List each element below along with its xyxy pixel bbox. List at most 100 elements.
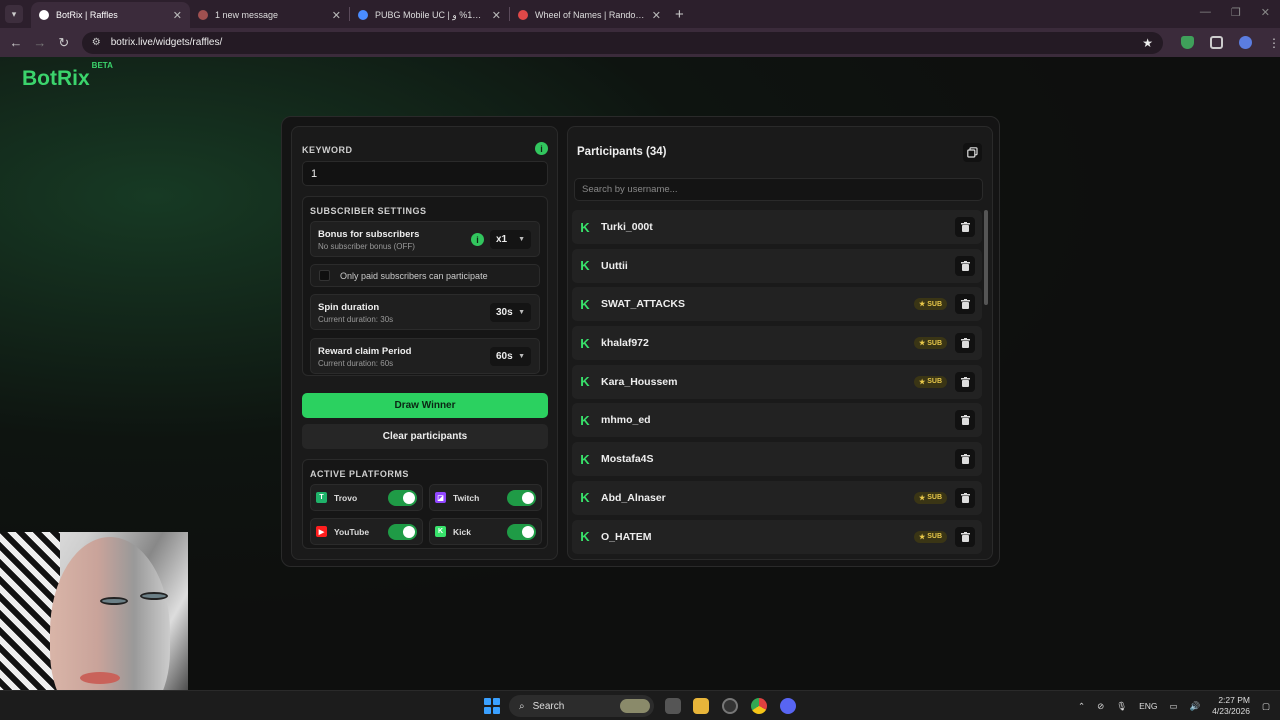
restore-icon[interactable]: ❐ xyxy=(1231,6,1241,19)
platform-toggle[interactable] xyxy=(388,489,417,506)
start-button[interactable] xyxy=(484,698,500,714)
participant-search-input[interactable]: Search by username... xyxy=(574,178,983,201)
obs-icon[interactable] xyxy=(722,698,738,714)
delete-participant-button[interactable] xyxy=(955,294,975,315)
monitor-icon[interactable]: ▭ xyxy=(1170,701,1178,712)
clock-date: 4/23/2026 xyxy=(1212,706,1250,716)
sub-badge-label: SUB xyxy=(927,300,942,308)
participant-row: K SWAT_ATTACKS ★ SUB xyxy=(572,287,982,322)
kick-icon: K xyxy=(580,374,590,390)
draw-winner-button[interactable]: Draw Winner xyxy=(302,393,548,418)
profile-avatar-icon[interactable] xyxy=(1239,36,1253,49)
browser-tab[interactable]: BotRix | Raffles ✕ xyxy=(31,2,190,28)
delete-participant-button[interactable] xyxy=(955,371,975,392)
star-icon: ★ xyxy=(918,301,926,309)
tab-close-icon[interactable]: ✕ xyxy=(492,9,501,22)
delete-participant-button[interactable] xyxy=(955,333,975,354)
tab-title: PUBG Mobile UC | خصم 10% و xyxy=(375,9,485,20)
notifications-icon[interactable]: ▢ xyxy=(1262,701,1270,712)
delete-participant-button[interactable] xyxy=(955,526,975,547)
bonus-value: x1 xyxy=(496,234,508,245)
scrollbar-thumb[interactable] xyxy=(984,210,988,305)
delete-participant-button[interactable] xyxy=(955,410,975,431)
tab-close-icon[interactable]: ✕ xyxy=(173,9,182,22)
botrix-logo[interactable]: BotRixBETA xyxy=(22,61,113,91)
claim-period-select[interactable]: 60s ▼ xyxy=(490,347,531,366)
platform-toggle[interactable] xyxy=(507,523,536,540)
sub-badge: ★ SUB xyxy=(913,298,947,311)
spin-duration-select[interactable]: 30s ▼ xyxy=(490,303,531,322)
delete-participant-button[interactable] xyxy=(955,487,975,508)
keyword-input[interactable]: 1 xyxy=(302,161,548,186)
url-text[interactable]: botrix.live/widgets/raffles/ xyxy=(111,37,1133,48)
network-off-icon[interactable]: ⊘ xyxy=(1097,701,1104,712)
platform-name: YouTube xyxy=(334,526,370,537)
bonus-select[interactable]: x1 ▼ xyxy=(490,230,531,249)
file-explorer-icon[interactable] xyxy=(693,698,709,714)
active-platforms-title: ACTIVE PLATFORMS xyxy=(310,469,409,479)
platform-trovo: T Trovo xyxy=(310,484,423,511)
language-indicator[interactable]: ENG xyxy=(1139,701,1157,711)
platform-toggle[interactable] xyxy=(507,489,536,506)
volume-icon[interactable]: 🔊 xyxy=(1190,701,1201,712)
participant-row: K Turki_000t xyxy=(572,210,982,244)
participants-title: Participants (34) xyxy=(577,146,667,158)
keyword-info-icon[interactable]: i xyxy=(535,142,548,155)
task-view-icon[interactable] xyxy=(665,698,681,714)
paid-only-row[interactable]: Only paid subscribers can participate xyxy=(310,264,540,287)
delete-participant-button[interactable] xyxy=(955,449,975,470)
spin-duration-row: Spin duration Current duration: 30s 30s … xyxy=(310,294,540,330)
participant-name: Abd_Alnaser xyxy=(601,491,666,504)
participant-name: khalaf972 xyxy=(601,337,649,350)
sub-badge: ★ SUB xyxy=(913,530,947,543)
forward-icon[interactable]: → xyxy=(28,35,52,50)
puzzle-extensions-icon[interactable] xyxy=(1210,36,1224,49)
platform-toggle[interactable] xyxy=(388,523,417,540)
participant-name: Uuttii xyxy=(601,259,628,272)
tab-search-button[interactable]: ▾ xyxy=(5,5,23,23)
menu-dots-icon[interactable]: ⋮ xyxy=(1268,36,1280,50)
tab-close-icon[interactable]: ✕ xyxy=(652,9,661,22)
taskbar-search[interactable]: ⌕ Search xyxy=(509,695,654,717)
sub-badge-label: SUB xyxy=(927,339,942,347)
site-info-icon[interactable]: ⚙ xyxy=(92,37,101,48)
kick-icon: K xyxy=(580,451,590,467)
bonus-info-icon[interactable]: i xyxy=(471,233,484,246)
reload-icon[interactable]: ↻ xyxy=(52,35,76,51)
paid-only-checkbox[interactable] xyxy=(319,270,330,281)
new-tab-button[interactable]: + xyxy=(675,6,684,23)
participant-scrollbar[interactable] xyxy=(984,210,988,555)
clock[interactable]: 2:27 PM 4/23/2026 xyxy=(1212,695,1250,717)
youtube-icon: ▶ xyxy=(316,526,327,537)
bonus-title: Bonus for subscribers xyxy=(318,229,420,240)
platform-youtube: ▶ YouTube xyxy=(310,518,423,545)
browser-tab[interactable]: PUBG Mobile UC | خصم 10% و ✕ xyxy=(350,2,509,28)
address-bar[interactable]: ⚙ botrix.live/widgets/raffles/ ★ xyxy=(81,31,1164,54)
close-window-icon[interactable]: ✕ xyxy=(1261,6,1270,19)
participant-name: Mostafa4S xyxy=(601,453,654,466)
tab-close-icon[interactable]: ✕ xyxy=(332,9,341,22)
kick-icon: K xyxy=(580,412,590,428)
platform-kick: K Kick xyxy=(429,518,542,545)
kick-icon: K xyxy=(580,258,590,274)
shield-extension-icon[interactable] xyxy=(1181,36,1195,49)
browser-tab[interactable]: 1 new message ✕ xyxy=(190,2,349,28)
chrome-icon[interactable] xyxy=(751,698,767,714)
participant-list: K Turki_000t K Uuttii K SWAT_ATTACKS ★ SU… xyxy=(572,210,982,558)
chevron-up-icon[interactable]: ⌃ xyxy=(1078,701,1085,712)
raffle-panel: KEYWORD i 1 SUBSCRIBER SETTINGS Bonus fo… xyxy=(281,116,1000,567)
bookmark-star-icon[interactable]: ★ xyxy=(1142,36,1153,50)
chevron-down-icon: ▼ xyxy=(518,353,525,360)
taskbar-search-label: Search xyxy=(532,700,565,712)
browser-tab[interactable]: Wheel of Names | Random nam ✕ xyxy=(510,2,669,28)
copy-list-button[interactable] xyxy=(963,143,982,162)
delete-participant-button[interactable] xyxy=(955,217,975,237)
tab-favicon-icon xyxy=(39,10,49,20)
back-icon[interactable]: ← xyxy=(4,35,28,50)
clear-participants-button[interactable]: Clear participants xyxy=(302,424,548,449)
delete-participant-button[interactable] xyxy=(955,255,975,276)
microphone-icon[interactable]: 🎙 xyxy=(1116,701,1127,712)
minimize-icon[interactable]: — xyxy=(1200,6,1211,19)
discord-icon[interactable] xyxy=(780,698,796,714)
participant-row: K mhmo_ed xyxy=(572,403,982,438)
